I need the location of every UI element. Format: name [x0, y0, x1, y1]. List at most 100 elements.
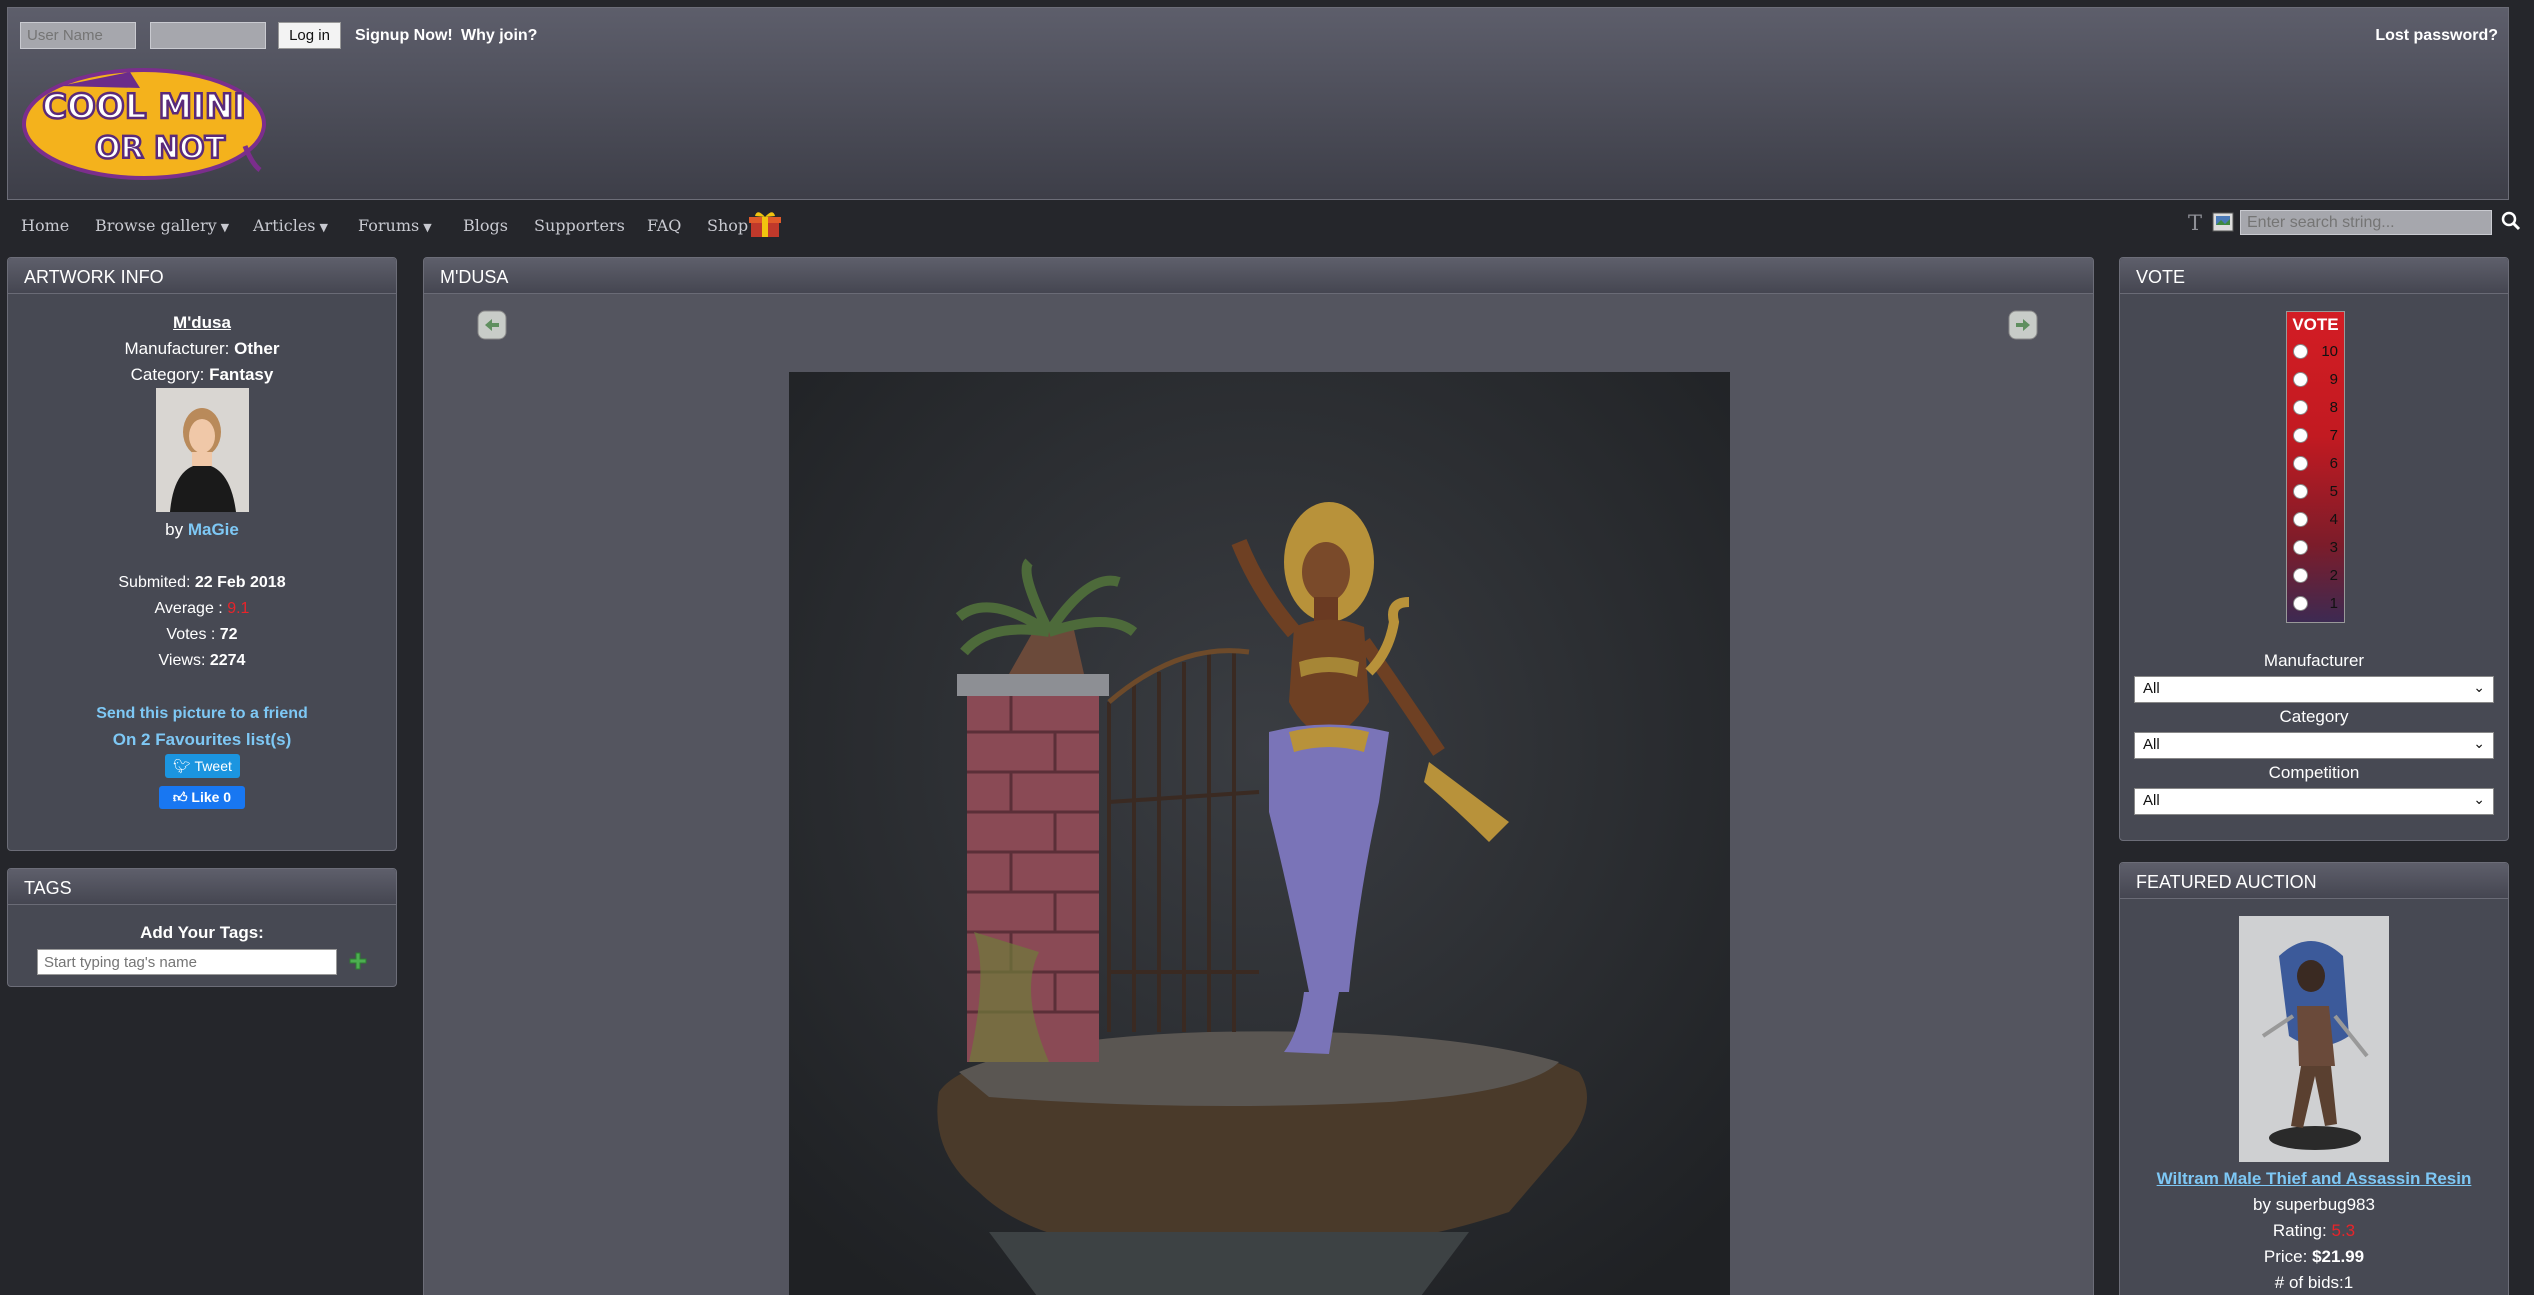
panel-title: VOTE — [2120, 258, 2508, 294]
manufacturer-line: Manufacturer: Other — [124, 339, 280, 358]
nav-home[interactable]: Home — [21, 216, 69, 235]
logo-line2: OR NOT — [95, 131, 226, 166]
competition-select[interactable]: All ⌄ — [2134, 788, 2494, 815]
twitter-icon: 🐦︎ — [173, 758, 191, 774]
thumbs-up-icon: 👍︎ — [172, 789, 188, 805]
lost-password-link[interactable]: Lost password? — [2375, 27, 2498, 45]
vote-radio[interactable] — [2293, 372, 2308, 387]
panel-title: ARTWORK INFO — [8, 258, 396, 294]
vote-option-4[interactable]: 4 — [2287, 506, 2344, 534]
vote-radio[interactable] — [2293, 456, 2308, 471]
signup-link[interactable]: Signup Now! — [355, 27, 453, 45]
vote-option-3[interactable]: 3 — [2287, 534, 2344, 562]
username-input[interactable] — [20, 22, 136, 49]
vote-option-10[interactable]: 10 — [2287, 338, 2344, 366]
add-tags-label: Add Your Tags: — [140, 923, 264, 942]
site-logo[interactable]: COOL MINI OR NOT — [20, 66, 268, 182]
category-select[interactable]: All ⌄ — [2134, 732, 2494, 759]
tag-input[interactable] — [37, 949, 337, 975]
average-value: 9.1 — [227, 600, 250, 617]
artwork-main-panel: M'DUSA — [423, 257, 2094, 1295]
competition-filter-label: Competition — [2268, 763, 2360, 782]
nav-blogs[interactable]: Blogs — [463, 216, 508, 235]
vote-radio[interactable] — [2293, 400, 2308, 415]
chevron-down-icon: ▼ — [220, 221, 230, 234]
panel-title: M'DUSA — [424, 258, 2093, 294]
main-nav: Home Browse gallery ▼ Articles ▼ Forums ▼ B… — [7, 202, 2509, 250]
vote-radio[interactable] — [2293, 428, 2308, 443]
next-arrow-icon[interactable] — [2008, 310, 2038, 340]
vote-radio[interactable] — [2293, 344, 2308, 359]
nav-faq[interactable]: FAQ — [647, 216, 681, 235]
nav-supporters[interactable]: Supporters — [534, 216, 625, 235]
vote-box-label: VOTE — [2292, 315, 2339, 334]
submitted-line: Submited: 22 Feb 2018 — [118, 574, 286, 591]
logo-line1: COOL MINI — [42, 87, 246, 127]
login-button[interactable]: Log in — [278, 22, 341, 49]
chevron-down-icon: ⌄ — [2473, 791, 2485, 807]
vote-radio[interactable] — [2293, 540, 2308, 555]
vote-option-5[interactable]: 5 — [2287, 478, 2344, 506]
password-input[interactable] — [150, 22, 266, 49]
nav-browse-gallery[interactable]: Browse gallery ▼ — [95, 216, 229, 235]
manufacturer-filter-label: Manufacturer — [2263, 651, 2365, 670]
vote-option-8[interactable]: 8 — [2287, 394, 2344, 422]
auction-item-link[interactable]: Wiltram Male Thief and Assassin Resin — [2120, 1169, 2508, 1189]
previous-arrow-icon[interactable] — [477, 310, 507, 340]
vote-option-1[interactable]: 1 — [2287, 590, 2344, 618]
vote-box: VOTE 10 9 8 7 6 5 4 3 2 1 — [2286, 311, 2345, 623]
vote-option-9[interactable]: 9 — [2287, 366, 2344, 394]
author-link[interactable]: MaGie — [188, 520, 239, 539]
tags-panel: TAGS Add Your Tags: — [7, 868, 397, 987]
author-avatar[interactable] — [156, 388, 249, 512]
manufacturer-select[interactable]: All ⌄ — [2134, 676, 2494, 703]
send-to-friend-link[interactable]: Send this picture to a friend — [8, 705, 396, 723]
artwork-info-panel: ARTWORK INFO M'dusa Manufacturer: Other … — [7, 257, 397, 851]
tweet-button[interactable]: 🐦︎ Tweet — [165, 754, 240, 778]
text-size-icon[interactable]: T — [2188, 211, 2202, 235]
plus-icon[interactable] — [348, 951, 368, 971]
auction-rating-line: Rating: 5.3 — [2272, 1221, 2356, 1240]
vote-option-7[interactable]: 7 — [2287, 422, 2344, 450]
favourites-link[interactable]: On 2 Favourites list(s) — [8, 730, 396, 750]
chevron-down-icon: ▼ — [319, 221, 328, 234]
manufacturer-value[interactable]: Other — [234, 339, 279, 358]
category-value[interactable]: Fantasy — [209, 365, 273, 384]
auction-price-line: Price: $21.99 — [2263, 1247, 2365, 1266]
image-toggle-icon[interactable] — [2212, 212, 2234, 232]
site-header: Log in Signup Now! Why join? Lost passwo… — [7, 7, 2509, 200]
vote-option-2[interactable]: 2 — [2287, 562, 2344, 590]
category-filter-label: Category — [2279, 707, 2349, 726]
artwork-name[interactable]: M'dusa — [8, 313, 396, 333]
chevron-down-icon: ⌄ — [2473, 735, 2485, 751]
artwork-image[interactable] — [789, 372, 1730, 1295]
vote-radio[interactable] — [2293, 596, 2308, 611]
auction-image[interactable] — [2239, 916, 2389, 1162]
views-line: Views: 2274 — [158, 652, 246, 669]
category-line: Category: Fantasy — [130, 365, 274, 384]
vote-option-6[interactable]: 6 — [2287, 450, 2344, 478]
vote-panel: VOTE VOTE 10 9 8 7 6 5 4 3 2 1 Manufactu… — [2119, 257, 2509, 841]
gift-icon[interactable] — [749, 210, 781, 238]
votes-line: Votes : 72 — [166, 626, 238, 643]
why-join-link[interactable]: Why join? — [461, 27, 537, 45]
vote-radio[interactable] — [2293, 568, 2308, 583]
auction-seller-line: by superbug983 — [2253, 1195, 2375, 1214]
nav-articles[interactable]: Articles ▼ — [253, 216, 328, 235]
nav-forums[interactable]: Forums ▼ — [358, 216, 432, 235]
panel-title: TAGS — [8, 869, 396, 905]
auction-bids-line: # of bids:1 — [2274, 1273, 2354, 1292]
search-input[interactable] — [2240, 210, 2492, 235]
featured-auction-panel: FEATURED AUCTION Wiltram Male Thief and … — [2119, 862, 2509, 1295]
chevron-down-icon: ⌄ — [2473, 679, 2485, 695]
author-line: by MaGie — [165, 520, 239, 539]
facebook-like-button[interactable]: 👍︎ Like 0 — [159, 786, 245, 809]
nav-shop[interactable]: Shop — [707, 216, 748, 235]
vote-radio[interactable] — [2293, 484, 2308, 499]
average-line: Average : 9.1 — [154, 600, 250, 617]
chevron-down-icon: ▼ — [423, 221, 432, 234]
panel-title: FEATURED AUCTION — [2120, 863, 2508, 899]
seller-name[interactable]: superbug983 — [2276, 1195, 2375, 1214]
vote-radio[interactable] — [2293, 512, 2308, 527]
search-icon[interactable] — [2500, 210, 2522, 232]
